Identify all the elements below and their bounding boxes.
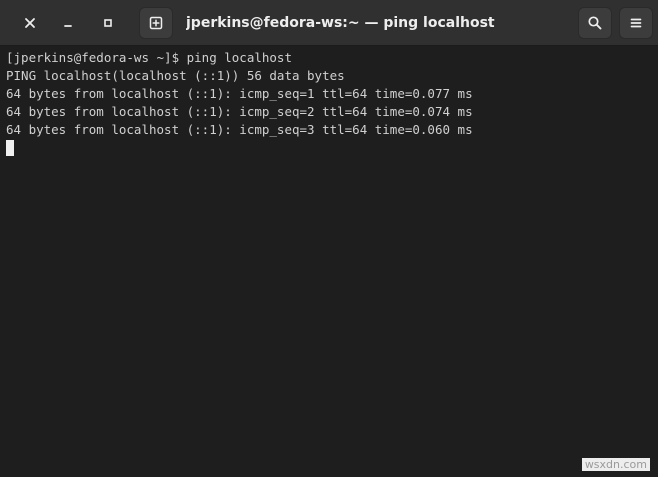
terminal-line: 64 bytes from localhost (::1): icmp_seq=… xyxy=(6,86,473,101)
terminal-line: [jperkins@fedora-ws ~]$ ping localhost xyxy=(6,50,292,65)
hamburger-menu-icon xyxy=(630,18,642,28)
close-button[interactable] xyxy=(14,7,46,39)
maximize-button[interactable] xyxy=(92,7,124,39)
search-button[interactable] xyxy=(578,7,612,39)
new-tab-icon xyxy=(149,16,163,30)
close-icon xyxy=(25,18,35,28)
window-title: jperkins@fedora-ws:~ — ping localhost xyxy=(186,15,495,31)
minimize-button[interactable] xyxy=(52,7,84,39)
maximize-icon xyxy=(104,19,112,27)
search-icon xyxy=(588,16,602,30)
terminal-window: jperkins@fedora-ws:~ — ping localhost [j… xyxy=(0,0,658,477)
terminal-line: PING localhost(localhost (::1)) 56 data … xyxy=(6,68,345,83)
new-tab-button[interactable] xyxy=(139,7,173,39)
header-bar: jperkins@fedora-ws:~ — ping localhost xyxy=(0,0,658,46)
terminal-line: 64 bytes from localhost (::1): icmp_seq=… xyxy=(6,104,473,119)
minimize-icon xyxy=(64,25,72,27)
text-cursor xyxy=(6,140,14,156)
menu-button[interactable] xyxy=(619,7,653,39)
watermark: wsxdn.com xyxy=(581,458,650,471)
terminal-line: 64 bytes from localhost (::1): icmp_seq=… xyxy=(6,122,473,137)
bottom-strip xyxy=(0,453,658,477)
cursor-line xyxy=(6,139,658,157)
terminal-output[interactable]: [jperkins@fedora-ws ~]$ ping localhost P… xyxy=(0,46,658,453)
